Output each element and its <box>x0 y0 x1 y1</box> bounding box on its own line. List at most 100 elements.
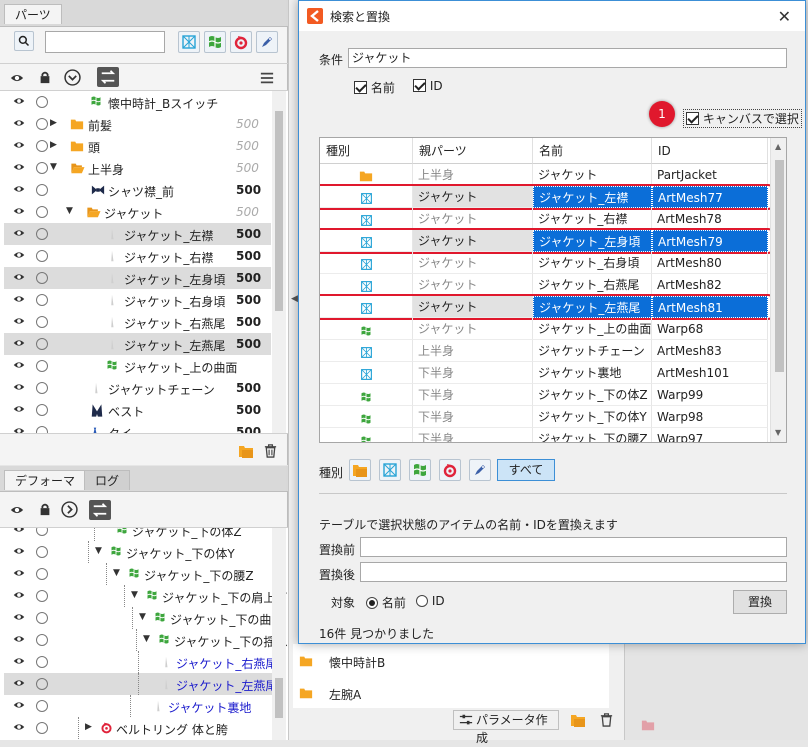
parts-scrollbar[interactable] <box>272 91 286 433</box>
scroll-up-icon[interactable]: ▲ <box>775 142 781 151</box>
lock-toggle-icon[interactable] <box>36 316 48 328</box>
tree-row[interactable]: ジャケット_右身頃 500 <box>4 289 271 311</box>
tree-row[interactable]: ジャケット_右燕尾 500 <box>4 311 271 333</box>
tree-row[interactable]: ▶ ベルトリング 体と胯 <box>4 717 276 739</box>
eye-icon[interactable] <box>12 567 26 581</box>
chevron-down-circle-icon[interactable] <box>64 69 81 86</box>
expand-arrow-icon[interactable]: ▼ <box>113 568 120 578</box>
tree-row[interactable]: シャツ襟_前 500 <box>4 179 271 201</box>
table-row[interactable]: ジャケット ジャケット_右身頃 ArtMesh80 <box>320 252 768 274</box>
lock-toggle-icon[interactable] <box>36 656 48 668</box>
tree-row[interactable]: ジャケット_左燕尾 <box>4 673 277 695</box>
lock-toggle-icon[interactable] <box>36 722 48 734</box>
lock-toggle-icon[interactable] <box>36 360 48 372</box>
eye-icon[interactable] <box>12 249 26 263</box>
lock-toggle-icon[interactable] <box>36 228 48 240</box>
eye-icon[interactable] <box>12 359 26 373</box>
tree-row[interactable]: ▼ ジャケット_下の体Y <box>4 541 276 563</box>
replace-button[interactable]: 置換 <box>733 590 787 614</box>
type-rotation-button[interactable] <box>439 459 461 481</box>
lock-toggle-icon[interactable] <box>36 426 48 433</box>
lock-toggle-icon[interactable] <box>36 612 48 624</box>
eye-icon[interactable] <box>12 139 26 153</box>
lock-toggle-icon[interactable] <box>36 140 48 152</box>
expand-arrow-icon[interactable]: ▼ <box>131 590 138 600</box>
eye-icon[interactable] <box>12 161 26 175</box>
tree-row[interactable]: ▼ ジャケット_下の揺れ <box>4 629 287 651</box>
table-row[interactable]: 下半身 ジャケット_下の腰Z Warp97 <box>320 428 768 442</box>
lock-toggle-icon[interactable] <box>36 528 48 536</box>
tab-log[interactable]: ログ <box>84 470 131 490</box>
table-row[interactable]: 上半身 ジャケット PartJacket <box>320 164 768 186</box>
eye-icon[interactable] <box>12 293 26 307</box>
menu-icon[interactable] <box>260 71 274 85</box>
expand-arrow-icon[interactable]: ▼ <box>143 634 150 644</box>
column-header-parent[interactable]: 親パーツ <box>413 138 533 164</box>
eye-icon[interactable] <box>12 205 26 219</box>
tree-row[interactable]: ジャケット_右襟 500 <box>4 245 271 267</box>
tree-row[interactable]: ジャケットチェーン 500 <box>4 377 271 399</box>
eye-icon[interactable] <box>9 71 25 85</box>
tree-row[interactable]: ▶ 頭 500 <box>4 135 271 157</box>
eye-icon[interactable] <box>12 337 26 351</box>
trash-icon[interactable] <box>263 442 278 459</box>
lock-toggle-icon[interactable] <box>36 568 48 580</box>
column-header-type[interactable]: 種別 <box>320 138 413 164</box>
type-all-button[interactable]: すべて <box>497 459 555 481</box>
expand-arrow-icon[interactable]: ▶ <box>85 722 92 732</box>
lock-toggle-icon[interactable] <box>36 272 48 284</box>
filter-artmesh-button[interactable] <box>178 31 200 53</box>
parts-search-input[interactable] <box>45 31 165 53</box>
before-input[interactable] <box>360 537 787 557</box>
tree-row[interactable]: ▼ 上半身 500 <box>4 157 271 179</box>
tab-deformer[interactable]: デフォーマ <box>4 470 87 490</box>
lock-icon[interactable] <box>38 69 52 85</box>
table-scrollbar[interactable]: ▲ ▼ <box>770 138 786 442</box>
expand-arrow-icon[interactable]: ▼ <box>95 546 102 556</box>
column-header-id[interactable]: ID <box>652 138 768 164</box>
create-parameter-button[interactable]: パラメータ作成 <box>453 710 559 745</box>
table-row[interactable]: ジャケット ジャケット_右襟 ArtMesh78 <box>320 208 768 230</box>
type-warp-button[interactable] <box>409 459 431 481</box>
name-checkbox[interactable]: 名前 <box>354 79 395 96</box>
lock-toggle-icon[interactable] <box>36 404 48 416</box>
folder-new-icon[interactable] <box>238 443 254 459</box>
lock-toggle-icon[interactable] <box>36 184 48 196</box>
expand-arrow-icon[interactable]: ▶ <box>50 118 57 128</box>
lock-toggle-icon[interactable] <box>36 250 48 262</box>
list-item[interactable]: 懐中時計B <box>293 650 609 674</box>
list-item[interactable]: 左腕A <box>293 682 609 706</box>
table-row[interactable]: ジャケット ジャケット_左身頃 ArtMesh79 <box>320 230 768 252</box>
lock-toggle-icon[interactable] <box>36 700 48 712</box>
close-icon[interactable]: ✕ <box>778 7 791 26</box>
eye-icon[interactable] <box>12 545 26 559</box>
table-row[interactable]: 上半身 ジャケットチェーン ArtMesh83 <box>320 340 768 362</box>
eye-icon[interactable] <box>12 721 26 735</box>
folder-new-icon[interactable] <box>570 712 586 728</box>
tree-row[interactable]: ▶ 前髪 500 <box>4 113 271 135</box>
table-row[interactable]: ジャケット ジャケット_左燕尾 ArtMesh81 <box>320 296 768 318</box>
eye-icon[interactable] <box>9 503 25 517</box>
eye-icon[interactable] <box>12 381 26 395</box>
tree-row[interactable]: ジャケット裏地 <box>4 695 276 717</box>
canvas-select-checkbox[interactable]: キャンバスで選択 <box>683 109 802 128</box>
table-row[interactable]: 下半身 ジャケット_下の体Y Warp98 <box>320 406 768 428</box>
tree-row[interactable]: ジャケット_上の曲面 <box>4 355 271 377</box>
eye-icon[interactable] <box>12 528 26 537</box>
eye-icon[interactable] <box>12 271 26 285</box>
tree-row[interactable]: ジャケット_下の体Z <box>4 528 276 541</box>
eye-icon[interactable] <box>12 315 26 329</box>
tree-row[interactable]: ベスト 500 <box>4 399 271 421</box>
lock-toggle-icon[interactable] <box>36 634 48 646</box>
target-name-radio[interactable]: 名前 <box>366 594 406 611</box>
collapse-arrow-icon[interactable]: ◀ <box>291 294 298 304</box>
type-glue-button[interactable] <box>469 459 491 481</box>
tree-row[interactable]: 懐中時計_Bスイッチ <box>4 91 271 113</box>
type-folder-button[interactable] <box>349 459 371 481</box>
tree-row[interactable]: ジャケット_右燕尾 <box>4 651 277 673</box>
lock-toggle-icon[interactable] <box>36 162 48 174</box>
tree-row[interactable]: ▼ ジャケット_下の肩上下 <box>4 585 287 607</box>
chevron-right-circle-icon[interactable] <box>61 501 78 518</box>
eye-icon[interactable] <box>12 425 26 433</box>
eye-icon[interactable] <box>12 227 26 241</box>
